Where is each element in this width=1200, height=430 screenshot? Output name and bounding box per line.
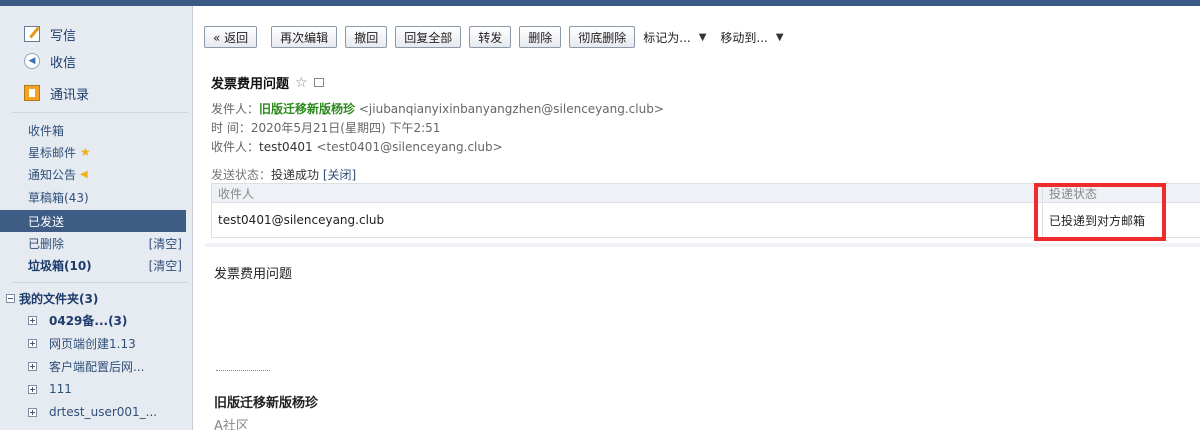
star-icon[interactable]: ☆ xyxy=(295,75,308,91)
forward-button[interactable]: 转发 xyxy=(469,26,512,48)
expand-icon[interactable] xyxy=(28,407,37,417)
clear-junk-link[interactable]: [清空] xyxy=(149,257,182,274)
mark-as-dropdown[interactable]: 标记为... ▼ xyxy=(643,26,706,48)
my-folder-item[interactable]: 0429备...(3) xyxy=(28,310,127,330)
close-status-link[interactable]: [关闭] xyxy=(323,168,356,182)
signature-name: 旧版迁移新版杨珍 xyxy=(214,396,319,411)
address-book-label: 通讯录 xyxy=(50,87,90,103)
to-line: 收件人：test0401 <test0401@silenceyang.club> xyxy=(211,138,503,155)
folder-drafts-label: 草稿箱(43) xyxy=(28,190,89,205)
sidebar-divider xyxy=(12,112,188,113)
receive-button[interactable]: ◀ 收信 xyxy=(24,50,76,72)
folder-sent-label: 已发送 xyxy=(28,214,65,229)
compose-button[interactable]: 写信 xyxy=(24,23,76,45)
folder-drafts[interactable]: 草稿箱(43) xyxy=(28,187,192,207)
time-label: 时 间： xyxy=(211,121,251,135)
address-book-button[interactable]: 通讯录 xyxy=(24,82,89,104)
chevron-down-icon: ▼ xyxy=(698,31,707,43)
folder-deleted-label: 已删除 xyxy=(28,236,65,251)
my-folder-item[interactable]: 111 xyxy=(28,379,72,399)
folder-deleted[interactable]: 已删除 [清空] xyxy=(28,233,192,253)
recipient-cell: test0401@silenceyang.club xyxy=(218,213,385,227)
expand-icon[interactable] xyxy=(28,361,37,371)
reply-all-button[interactable]: 回复全部 xyxy=(395,26,462,48)
star-icon: ★ xyxy=(80,145,91,159)
from-label: 发件人： xyxy=(211,102,260,116)
recipient-email: <test0401@silenceyang.club> xyxy=(316,140,503,154)
back-button[interactable]: « 返回 xyxy=(204,26,258,48)
column-header-recipient: 收件人 xyxy=(218,186,255,201)
sender-name[interactable]: 旧版迁移新版杨珍 xyxy=(259,102,355,116)
expand-icon[interactable] xyxy=(28,384,37,394)
folder-notices-label: 通知公告 xyxy=(28,167,77,182)
folder-notices[interactable]: 通知公告 ◀ xyxy=(28,164,192,184)
recipient-name[interactable]: test0401 xyxy=(259,140,313,154)
my-folders-header[interactable]: 我的文件夹(3) xyxy=(6,290,98,307)
receive-icon: ◀ xyxy=(24,53,40,69)
speaker-icon: ◀ xyxy=(80,168,88,180)
folder-junk-label: 垃圾箱(10) xyxy=(28,258,92,273)
mail-app: 写信 ◀ 收信 通讯录 收件箱 星标邮件 ★ 通知公告 ◀ 草稿箱(43) 已发… xyxy=(0,0,1200,430)
folder-junk[interactable]: 垃圾箱(10) [清空] xyxy=(28,255,192,275)
my-folder-label: 0429备...(3) xyxy=(49,313,128,328)
move-to-dropdown[interactable]: 移动到... ▼ xyxy=(720,26,783,48)
from-line: 发件人：旧版迁移新版杨珍 <jiubanqianyixinbanyangzhen… xyxy=(211,100,664,117)
time-value: 2020年5月21日(星期四) 下午2:51 xyxy=(250,121,441,135)
highlight-box xyxy=(1034,183,1166,241)
my-folder-label: 网页端创建1.13 xyxy=(49,336,136,351)
address-book-icon xyxy=(24,85,40,101)
receive-label: 收信 xyxy=(50,55,77,71)
subject-text: 发票费用问题 xyxy=(211,77,290,92)
signature-org: A社区 xyxy=(214,419,249,430)
folder-sent[interactable]: 已发送 xyxy=(0,210,186,232)
folder-starred[interactable]: 星标邮件 ★ xyxy=(28,142,192,162)
chevron-down-icon: ▼ xyxy=(775,31,784,43)
delivery-status-line: 发送状态：投递成功 [关闭] xyxy=(211,166,356,183)
expand-icon[interactable] xyxy=(28,315,37,325)
my-folder-label: drtest_user001_... xyxy=(49,405,158,419)
clear-deleted-link[interactable]: [清空] xyxy=(149,235,182,252)
compose-icon xyxy=(24,26,40,42)
expand-icon[interactable] xyxy=(28,338,37,348)
status-value: 投递成功 xyxy=(271,168,320,182)
collapse-icon[interactable] xyxy=(6,294,15,303)
folder-starred-label: 星标邮件 xyxy=(28,145,77,160)
mail-subject: 发票费用问题 ☆ xyxy=(211,73,324,92)
to-label: 收件人： xyxy=(211,140,260,154)
status-label: 发送状态： xyxy=(211,168,272,182)
delete-button[interactable]: 删除 xyxy=(519,26,562,48)
my-folder-item[interactable]: 客户端配置后网... xyxy=(28,356,144,376)
my-folder-label: 客户端配置后网... xyxy=(49,359,145,374)
header-divider xyxy=(205,243,1200,247)
delete-permanently-button[interactable]: 彻底删除 xyxy=(569,26,636,48)
sidebar-divider xyxy=(12,282,188,283)
my-folders-title: 我的文件夹(3) xyxy=(19,292,99,306)
signature-separator xyxy=(216,370,270,371)
new-window-icon[interactable] xyxy=(313,78,324,87)
time-line: 时 间：2020年5月21日(星期四) 下午2:51 xyxy=(211,119,440,136)
mail-body: 发票费用问题 xyxy=(214,267,293,282)
my-folder-item[interactable]: drtest_user001_... xyxy=(28,402,157,422)
recall-button[interactable]: 撤回 xyxy=(345,26,388,48)
folder-inbox[interactable]: 收件箱 xyxy=(28,120,192,140)
compose-label: 写信 xyxy=(50,28,77,44)
folder-inbox-label: 收件箱 xyxy=(28,123,65,138)
edit-again-button[interactable]: 再次编辑 xyxy=(271,26,338,48)
mail-toolbar: « 返回 再次编辑 撤回 回复全部 转发 删除 彻底删除 标记为... ▼ 移动… xyxy=(204,26,798,48)
my-folder-item[interactable]: 网页端创建1.13 xyxy=(28,333,136,353)
sender-email: <jiubanqianyixinbanyangzhen@silenceyang.… xyxy=(358,102,664,116)
mark-as-label: 标记为... xyxy=(643,30,691,45)
move-to-label: 移动到... xyxy=(720,30,768,45)
sidebar: 写信 ◀ 收信 通讯录 收件箱 星标邮件 ★ 通知公告 ◀ 草稿箱(43) 已发… xyxy=(0,6,193,430)
my-folder-label: 111 xyxy=(49,382,72,396)
